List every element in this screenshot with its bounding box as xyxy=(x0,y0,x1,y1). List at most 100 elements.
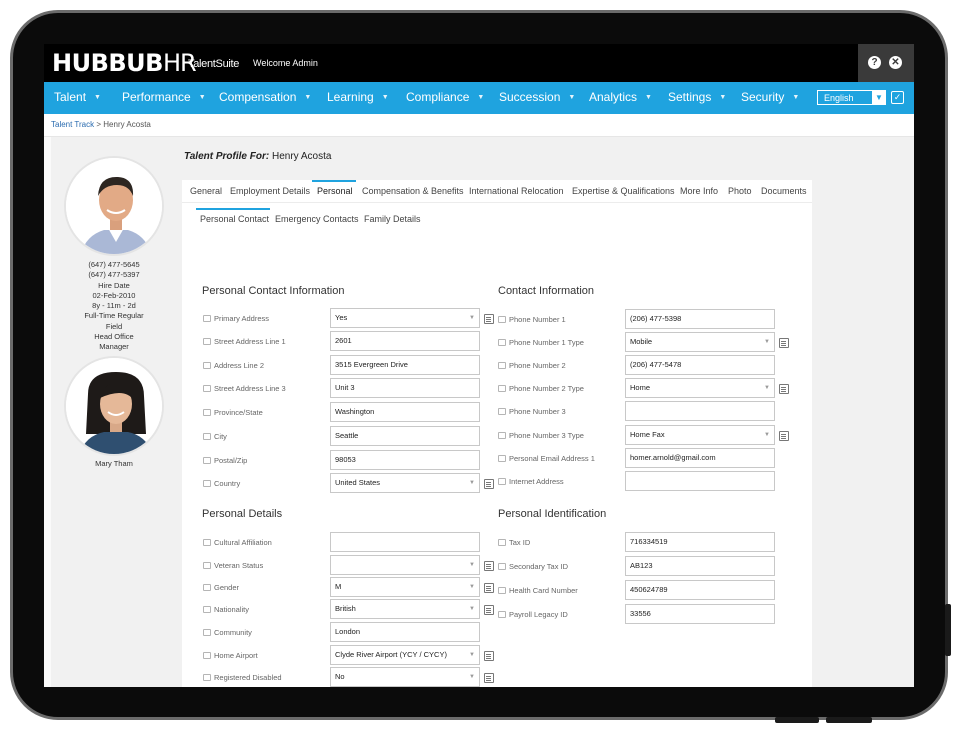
manager-avatar[interactable] xyxy=(64,356,164,456)
tab-more-info[interactable]: More Info xyxy=(680,186,718,196)
input-health-card-number[interactable]: 450624789 xyxy=(625,580,775,600)
nav-item-analytics[interactable]: Analytics ▼ xyxy=(589,82,652,114)
help-icon[interactable]: ? xyxy=(868,56,881,69)
employee-info-line: (647) 477-5397 xyxy=(88,270,140,280)
subtab-family-details[interactable]: Family Details xyxy=(364,214,421,224)
edit-list-icon[interactable] xyxy=(484,561,494,571)
app-screen: HUBBUBHR TalentSuite Welcome Admin ? ✕ T… xyxy=(44,44,914,687)
input-postal-zip[interactable]: 98053 xyxy=(330,450,480,470)
input-city[interactable]: Seattle xyxy=(330,426,480,446)
select-gender[interactable]: M xyxy=(330,577,480,597)
field-label-text: Province/State xyxy=(214,408,263,417)
edit-list-icon[interactable] xyxy=(484,314,494,324)
nav-item-learning[interactable]: Learning ▼ xyxy=(327,82,389,114)
input-street-address-line-1[interactable]: 2601 xyxy=(330,331,480,351)
edit-list-icon[interactable] xyxy=(779,431,789,441)
subtab-emergency-contacts[interactable]: Emergency Contacts xyxy=(275,214,359,224)
employee-avatar[interactable] xyxy=(64,156,164,256)
input-secondary-tax-id[interactable]: AB123 xyxy=(625,556,775,576)
tab-photo[interactable]: Photo xyxy=(728,186,752,196)
input-cultural-affiliation[interactable] xyxy=(330,532,480,552)
tab-expertise-qualifications[interactable]: Expertise & Qualifications xyxy=(572,186,675,196)
select-registered-disabled[interactable]: No xyxy=(330,667,480,687)
employee-info-line: 02-Feb-2010 xyxy=(92,290,136,300)
tab-documents[interactable]: Documents xyxy=(761,186,807,196)
profile-tabs: General Employment Details Personal Compens… xyxy=(182,180,812,203)
field-info-icon xyxy=(498,408,506,415)
tab-employment-details[interactable]: Employment Details xyxy=(230,186,310,196)
nav-item-talent[interactable]: Talent ▼ xyxy=(54,82,101,114)
input-phone-number-3[interactable] xyxy=(625,401,775,421)
nav-item-security[interactable]: Security ▼ xyxy=(741,82,799,114)
field-label-text: Veteran Status xyxy=(214,561,264,570)
close-icon[interactable]: ✕ xyxy=(889,56,902,69)
field-label-text: Nationality xyxy=(214,605,250,614)
breadcrumb: Talent Track > Henry Acosta xyxy=(44,114,914,137)
check-icon[interactable]: ✓ xyxy=(891,91,904,104)
input-province-state[interactable]: Washington xyxy=(330,402,480,422)
edit-list-icon[interactable] xyxy=(779,384,789,394)
input-community[interactable]: London xyxy=(330,622,480,642)
nav-item-settings[interactable]: Settings ▼ xyxy=(668,82,726,114)
select-phone-number-2-type[interactable]: Home xyxy=(625,378,775,398)
field-label-text: Health Card Number xyxy=(509,586,578,595)
edit-list-icon[interactable] xyxy=(484,673,494,683)
field-info-icon xyxy=(203,652,211,659)
edit-list-icon[interactable] xyxy=(484,651,494,661)
edit-list-icon[interactable] xyxy=(484,583,494,593)
tab-general[interactable]: General xyxy=(190,186,222,196)
field-label-tax-id: Tax ID xyxy=(498,538,530,547)
field-info-icon xyxy=(203,539,211,546)
input-phone-number-2[interactable]: (206) 477-5478 xyxy=(625,355,775,375)
input-phone-number-1[interactable]: (206) 477-5398 xyxy=(625,309,775,329)
field-label-text: Home Airport xyxy=(214,651,258,660)
edit-list-icon[interactable] xyxy=(484,479,494,489)
select-veteran-status[interactable] xyxy=(330,555,480,575)
field-label-text: Primary Address xyxy=(214,314,270,323)
input-personal-email-address-1[interactable]: homer.arnold@gmail.com xyxy=(625,448,775,468)
tab-personal[interactable]: Personal xyxy=(317,186,353,196)
nav-item-label: Compensation xyxy=(219,90,297,104)
subtab-personal-contact[interactable]: Personal Contact xyxy=(200,214,269,224)
input-address-line-2[interactable]: 3515 Evergreen Drive xyxy=(330,355,480,375)
select-home-airport[interactable]: Clyde River Airport (YCY / CYCY) xyxy=(330,645,480,665)
employee-info-line: Manager xyxy=(99,342,129,352)
edit-list-icon[interactable] xyxy=(779,338,789,348)
select-primary-address[interactable]: Yes xyxy=(330,308,480,328)
nav-item-label: Talent xyxy=(54,90,87,104)
input-tax-id[interactable]: 716334519 xyxy=(625,532,775,552)
tab-international-relocation[interactable]: International Relocation xyxy=(469,186,564,196)
field-info-icon xyxy=(203,584,211,591)
select-phone-number-1-type[interactable]: Mobile xyxy=(625,332,775,352)
breadcrumb-link-talent-track[interactable]: Talent Track xyxy=(51,120,94,129)
input-street-address-line-3[interactable]: Unit 3 xyxy=(330,378,480,398)
field-label-text: Personal Email Address 1 xyxy=(509,454,595,463)
field-label-secondary-tax-id: Secondary Tax ID xyxy=(498,562,568,571)
field-label-phone-number-3: Phone Number 3 xyxy=(498,407,566,416)
tablet-bottom-button xyxy=(826,717,872,723)
input-internet-address[interactable] xyxy=(625,471,775,491)
input-payroll-legacy-id[interactable]: 33556 xyxy=(625,604,775,624)
chevron-down-icon[interactable]: ▼ xyxy=(872,90,886,105)
nav-item-succession[interactable]: Succession ▼ xyxy=(499,82,575,114)
nav-item-label: Security xyxy=(741,90,785,104)
field-label-province-state: Province/State xyxy=(203,408,263,417)
field-label-phone-number-3-type: Phone Number 3 Type xyxy=(498,431,584,440)
field-info-icon xyxy=(498,455,506,462)
field-label-registered-disabled: Registered Disabled xyxy=(203,673,282,682)
select-phone-number-3-type[interactable]: Home Fax xyxy=(625,425,775,445)
edit-list-icon[interactable] xyxy=(484,605,494,615)
nav-item-compliance[interactable]: Compliance ▼ xyxy=(406,82,484,114)
profile-panel: General Employment Details Personal Compens… xyxy=(182,180,812,687)
nav-item-performance[interactable]: Performance ▼ xyxy=(122,82,206,114)
nav-item-label: Learning xyxy=(327,90,374,104)
tab-compensation-benefits[interactable]: Compensation & Benefits xyxy=(362,186,464,196)
select-country[interactable]: United States xyxy=(330,473,480,493)
field-label-text: City xyxy=(214,432,227,441)
field-label-veteran-status: Veteran Status xyxy=(203,561,263,570)
select-nationality[interactable]: British xyxy=(330,599,480,619)
field-label-street-address-line-1: Street Address Line 1 xyxy=(203,337,286,346)
nav-item-compensation[interactable]: Compensation ▼ xyxy=(219,82,311,114)
field-info-icon xyxy=(498,539,506,546)
chevron-down-icon: ▼ xyxy=(645,94,652,101)
